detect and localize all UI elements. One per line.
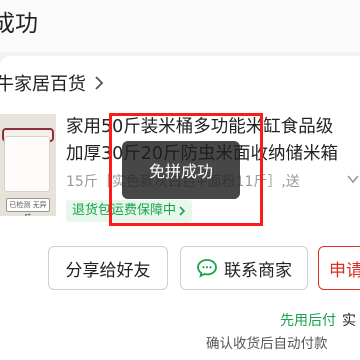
- product-title-line1: 家用50斤装米桶多功能米缸食品级: [66, 117, 334, 137]
- pay-later-label: 先用后付: [280, 313, 336, 329]
- toast-message: 免拼成功: [122, 141, 240, 199]
- order-card: 牛家居百货 已检测 无异味 家用50斤装米桶多功能米缸食品级 加厚30斤20斤防…: [0, 56, 360, 360]
- chevron-right-icon: [95, 76, 104, 90]
- header-bar: 成功: [0, 0, 360, 52]
- contact-merchant-label: 联系商家: [224, 260, 292, 281]
- order-detail-screen: 成功 牛家居百货 已检测 无异味 家用50斤装米桶多功能米缸食品级 加厚30斤2…: [0, 0, 360, 360]
- thumb-badge: 已检测 无异味: [6, 198, 50, 216]
- guarantee-label: 退货包运费保障中: [72, 203, 177, 218]
- share-to-friend-button[interactable]: 分享给好友: [48, 246, 168, 290]
- contact-merchant-button[interactable]: 联系商家: [180, 246, 308, 290]
- store-name: 牛家居百货: [0, 74, 86, 95]
- product-thumbnail[interactable]: 已检测 无异味: [0, 114, 56, 216]
- auto-pay-note: 确认收货后自动付款: [206, 336, 328, 352]
- pay-later-suffix: 实: [342, 313, 356, 329]
- apply-button[interactable]: 申请: [318, 246, 360, 290]
- rice-bin-body-shape: [4, 136, 50, 192]
- chat-bubble-icon: [197, 259, 217, 278]
- shipping-guarantee-tag[interactable]: 退货包运费保障中: [66, 200, 193, 222]
- chevron-down-icon: [347, 175, 359, 184]
- store-link[interactable]: 牛家居百货: [0, 70, 104, 96]
- pay-later-row: 先用后付 实: [280, 310, 356, 330]
- chevron-right-icon: [179, 206, 186, 216]
- page-title: 成功: [0, 11, 38, 37]
